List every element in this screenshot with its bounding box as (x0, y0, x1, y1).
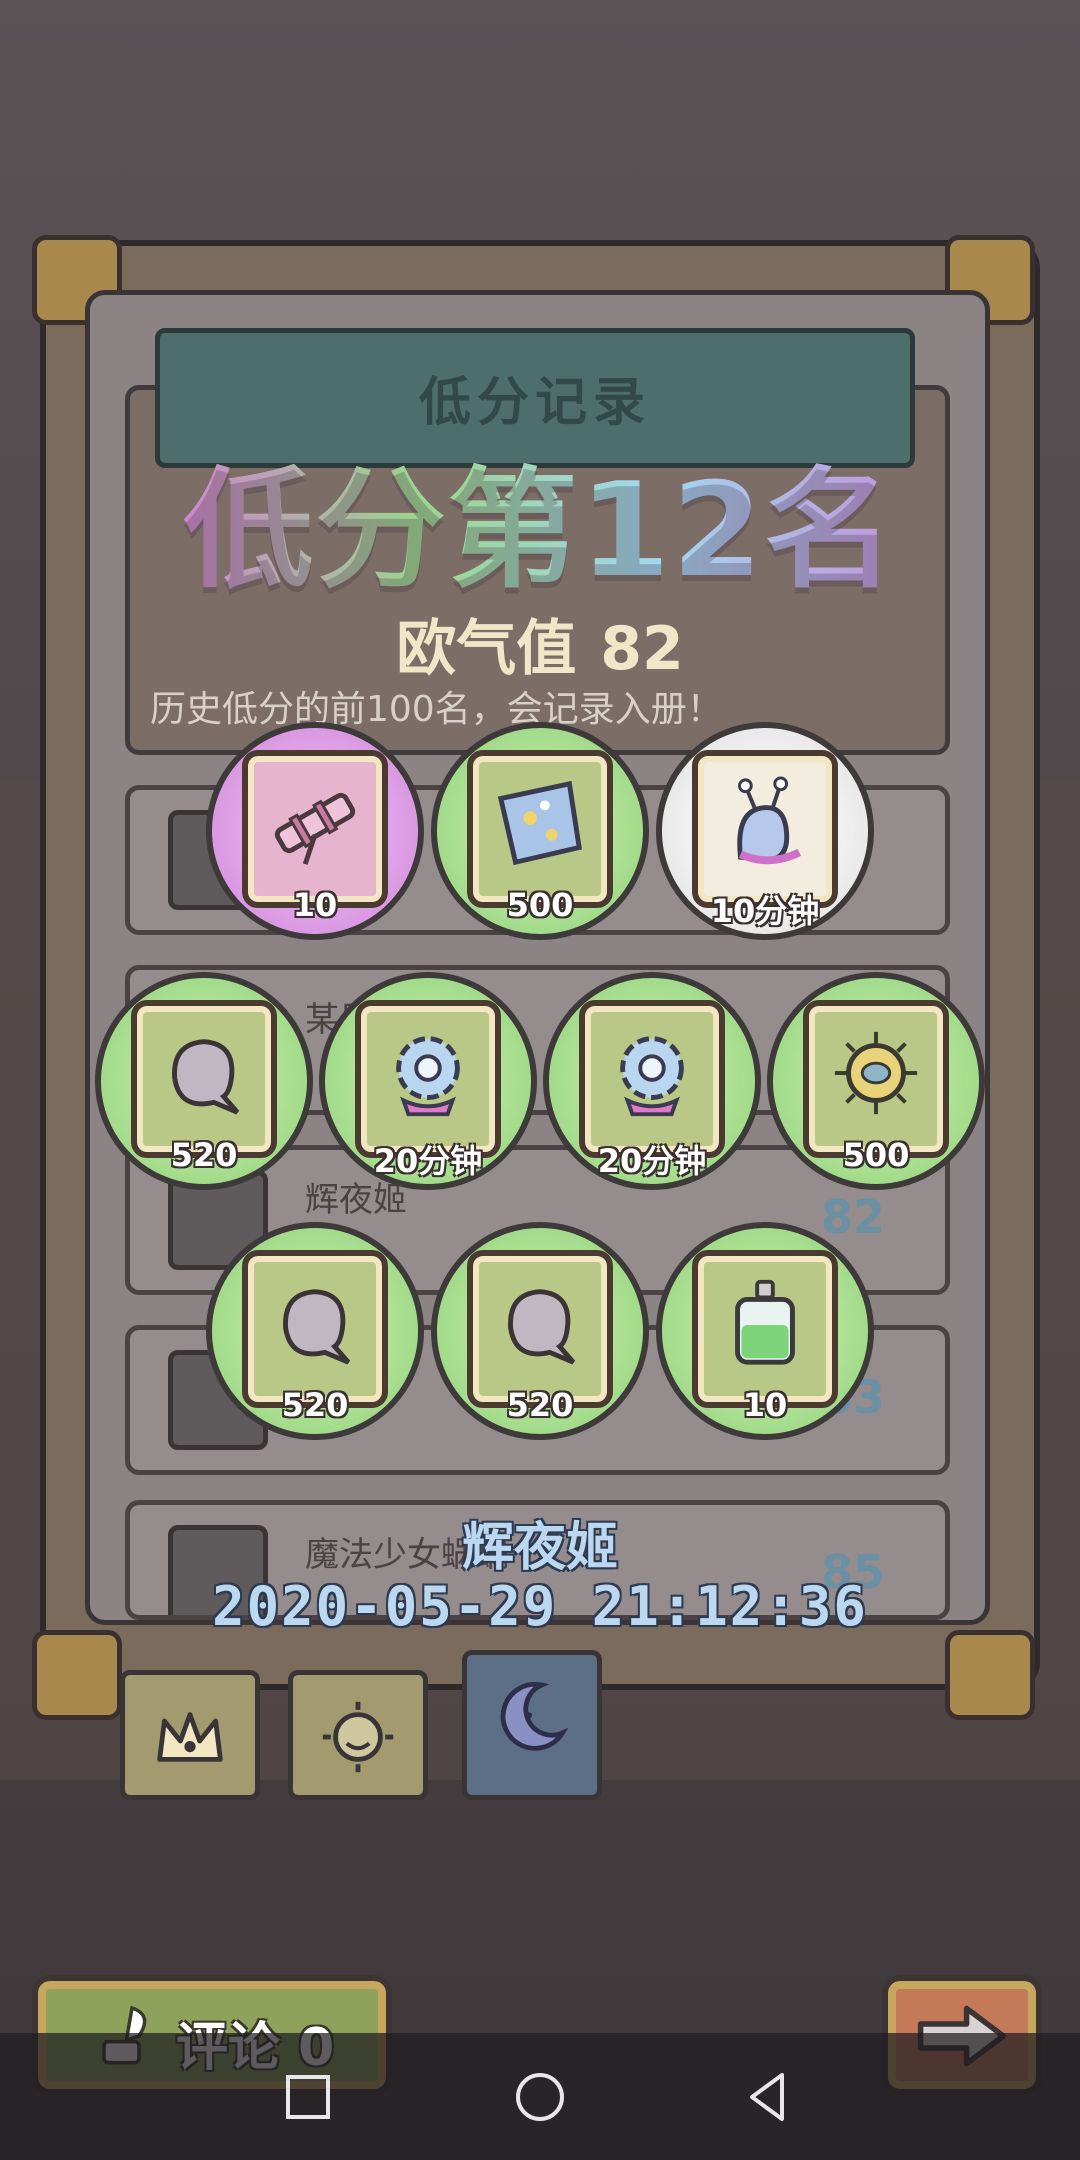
reward-item[interactable]: 20分钟 (319, 972, 537, 1190)
reward-qty: 500 (506, 886, 574, 924)
tab-crown[interactable] (120, 1670, 260, 1800)
record-owner: 辉夜姬 (461, 1518, 618, 1578)
tab-sun[interactable] (288, 1670, 428, 1800)
system-nav-bar (0, 2033, 1080, 2160)
reward-qty: 500 (842, 1136, 910, 1174)
home-icon[interactable] (510, 2067, 570, 2127)
reward-card (242, 1250, 388, 1408)
reward-card (131, 1000, 277, 1158)
recent-apps-icon[interactable] (278, 2067, 338, 2127)
reward-card (692, 750, 838, 908)
reward-card (242, 750, 388, 908)
luck-label: 欧气值 (396, 614, 577, 684)
gray-blob-icon (283, 1289, 351, 1365)
moon-face-icon (500, 1681, 569, 1751)
rank-title: 低分第12名 (140, 425, 940, 613)
reward-qty: 520 (281, 1386, 349, 1424)
reward-item[interactable]: 10 (656, 1222, 874, 1440)
reward-qty: 520 (170, 1136, 238, 1174)
reward-item[interactable]: 520 (206, 1222, 424, 1440)
back-icon[interactable] (738, 2067, 798, 2127)
frame-corner (945, 1630, 1035, 1720)
reward-item[interactable]: 500 (431, 722, 649, 940)
reward-card (803, 1000, 949, 1158)
reward-item[interactable]: 10 (206, 722, 424, 940)
reward-qty: 10分钟 (710, 892, 820, 930)
reward-qty: 20分钟 (597, 1142, 707, 1180)
luck-value: 82 (600, 614, 684, 684)
gray-blob-icon (508, 1289, 576, 1365)
potion-bottle-icon (735, 1279, 795, 1365)
reward-card (579, 1000, 725, 1158)
panel-title: 低分记录 (418, 373, 651, 433)
reward-item[interactable]: 500 (767, 972, 985, 1190)
gear-icon (396, 1036, 460, 1117)
gear-icon (620, 1036, 684, 1117)
reward-item[interactable]: 520 (95, 972, 313, 1190)
luck-display: 欧气值 82 (140, 600, 940, 687)
reward-qty: 10 (742, 1386, 788, 1424)
reward-card (692, 1250, 838, 1408)
snail-slug-icon (737, 776, 802, 865)
tab-moon[interactable] (462, 1650, 602, 1800)
reward-item[interactable]: 10分钟 (656, 722, 874, 940)
virus-shield-icon (834, 1031, 918, 1115)
telescope-icon (274, 792, 356, 865)
record-datetime: 2020-05-29 21:12:36 (212, 1575, 868, 1638)
row-score: 82 (820, 1190, 885, 1244)
frame-corner (32, 1630, 122, 1720)
reward-qty: 10 (292, 886, 338, 924)
reward-qty: 520 (506, 1386, 574, 1424)
sun-face-icon (322, 1701, 394, 1773)
reward-card (467, 1250, 613, 1408)
reward-card (355, 1000, 501, 1158)
gray-blob-icon (172, 1039, 240, 1115)
reward-item[interactable]: 20分钟 (543, 972, 761, 1190)
blue-cloth-icon (497, 780, 582, 866)
crown-icon (157, 1712, 223, 1762)
reward-card (467, 750, 613, 908)
reward-qty: 20分钟 (373, 1142, 483, 1180)
reward-item[interactable]: 520 (431, 1222, 649, 1440)
